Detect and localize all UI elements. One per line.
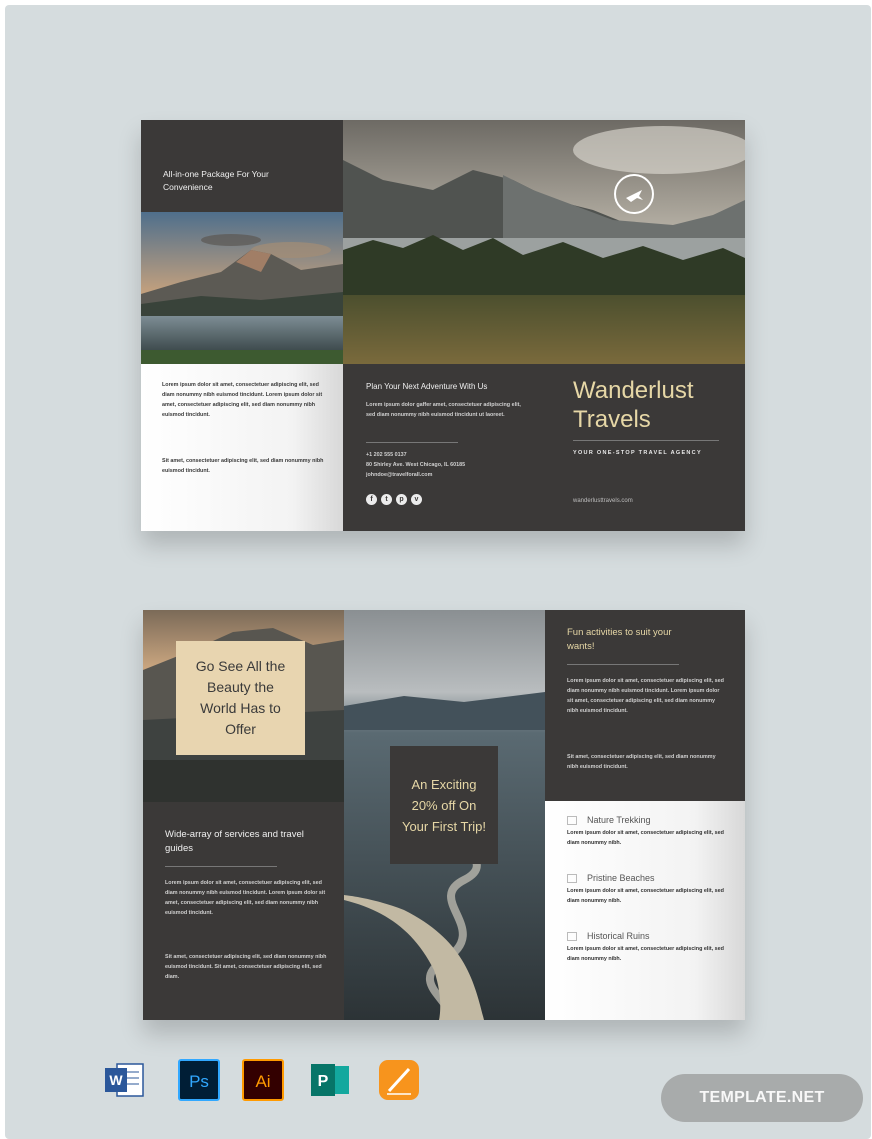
activities-intro: Fun activities to suit your wants! Lorem… [545, 610, 745, 801]
services-heading: Wide-array of services and travel guides [165, 829, 304, 854]
plan-heading: Plan Your Next Adventure With Us [366, 382, 488, 391]
divider [567, 664, 679, 665]
social-icons: f t p v [366, 494, 422, 505]
divider [366, 442, 458, 443]
twitter-bird-icon[interactable]: v [411, 494, 422, 505]
microsoft-word-icon[interactable]: W [103, 1058, 147, 1102]
contact-panel: Plan Your Next Adventure With Us Lorem i… [343, 364, 544, 531]
activity-title: Pristine Beaches [587, 873, 655, 883]
brand-line-1: Wanderlust [573, 377, 694, 404]
fun-paragraph-1: Lorem ipsum dolor sit amet, consectetuer… [567, 678, 724, 714]
compatible-apps: W Ps Ai P [103, 1058, 433, 1104]
services-block: Wide-array of services and travel guides… [143, 802, 344, 1020]
brochure-front: All-in-one Package For Your Convenience … [141, 120, 745, 531]
fun-heading: Fun activities to suit your wants! [567, 627, 672, 652]
facebook-icon[interactable]: f [366, 494, 377, 505]
illustrator-icon[interactable]: Ai [241, 1058, 285, 1102]
fun-paragraph-2: Sit amet, consectetuer adipiscing elit, … [567, 754, 716, 770]
intro-text-block: Lorem ipsum dolor sit amet, consectetuer… [141, 364, 343, 531]
beauty-text: Go See All the Beauty the World Has to O… [195, 658, 286, 737]
template-net-watermark: TEMPLATE.NET [661, 1074, 863, 1122]
list-item: Historical Ruins Lorem ipsum dolor sit a… [567, 931, 732, 964]
back-middle-panel: An Exciting 20% off On Your First Trip! [344, 610, 545, 1020]
promo-text: An Exciting 20% off On Your First Trip! [401, 776, 487, 834]
plan-text: Lorem ipsum dolor gaffer amet, consectet… [366, 402, 521, 418]
website-url: wanderlusttravels.com [573, 498, 633, 504]
phone-number: +1 202 555 0137 [366, 452, 407, 458]
brand-line-2: Travels [573, 406, 651, 433]
back-right-panel: Fun activities to suit your wants! Lorem… [545, 610, 745, 1020]
mountain-lake-photo [141, 212, 343, 364]
list-item: Pristine Beaches Lorem ipsum dolor sit a… [567, 873, 732, 906]
back-left-panel: Go See All the Beauty the World Has to O… [143, 610, 344, 1020]
services-paragraph-2: Sit amet, consectetuer adipiscing elit, … [165, 954, 327, 980]
checkbox-icon [567, 931, 577, 941]
list-item: Nature Trekking Lorem ipsum dolor sit am… [567, 815, 732, 848]
checkbox-icon [567, 873, 577, 883]
activity-title: Nature Trekking [587, 815, 651, 825]
activity-desc: Lorem ipsum dolor sit amet, consectetuer… [567, 830, 724, 846]
twitter-icon[interactable]: t [381, 494, 392, 505]
beauty-box: Go See All the Beauty the World Has to O… [176, 641, 305, 755]
svg-text:Ai: Ai [255, 1072, 270, 1091]
front-left-panel: All-in-one Package For Your Convenience … [141, 120, 343, 531]
discount-promo: An Exciting 20% off On Your First Trip! [390, 746, 498, 864]
svg-text:W: W [109, 1072, 123, 1088]
brand-panel: Wanderlust Travels YOUR ONE-STOP TRAVEL … [544, 364, 745, 531]
package-header: All-in-one Package For Your Convenience [141, 120, 343, 212]
activity-title: Historical Ruins [587, 931, 650, 941]
divider [165, 866, 277, 867]
brochure-back: Go See All the Beauty the World Has to O… [143, 610, 745, 1020]
svg-text:P: P [318, 1073, 329, 1090]
valley-lake-photo [343, 120, 745, 364]
tagline: YOUR ONE-STOP TRAVEL AGENCY [573, 450, 702, 456]
package-heading: All-in-one Package For Your Convenience [163, 169, 269, 192]
services-paragraph-1: Lorem ipsum dolor sit amet, consectetuer… [165, 880, 326, 916]
pages-icon[interactable] [377, 1058, 421, 1102]
activity-desc: Lorem ipsum dolor sit amet, consectetuer… [567, 888, 724, 904]
address: 80 Shirley Ave. West Chicago, IL 60185 [366, 462, 466, 468]
svg-text:Ps: Ps [189, 1072, 209, 1091]
pinterest-icon[interactable]: p [396, 494, 407, 505]
intro-paragraph-2: Sit amet, consectetuer adipiscing elit, … [162, 458, 324, 474]
email-address: johndoe@travelforall.com [366, 472, 433, 478]
activity-desc: Lorem ipsum dolor sit amet, consectetuer… [567, 946, 724, 962]
photoshop-icon[interactable]: Ps [177, 1058, 221, 1102]
divider [573, 440, 719, 441]
activities-list: Nature Trekking Lorem ipsum dolor sit am… [545, 801, 745, 1020]
brand-name: Wanderlust Travels [573, 376, 694, 434]
publisher-icon[interactable]: P [309, 1058, 353, 1102]
intro-paragraph-1: Lorem ipsum dolor sit amet, consectetuer… [162, 382, 323, 418]
checkbox-icon [567, 815, 577, 825]
